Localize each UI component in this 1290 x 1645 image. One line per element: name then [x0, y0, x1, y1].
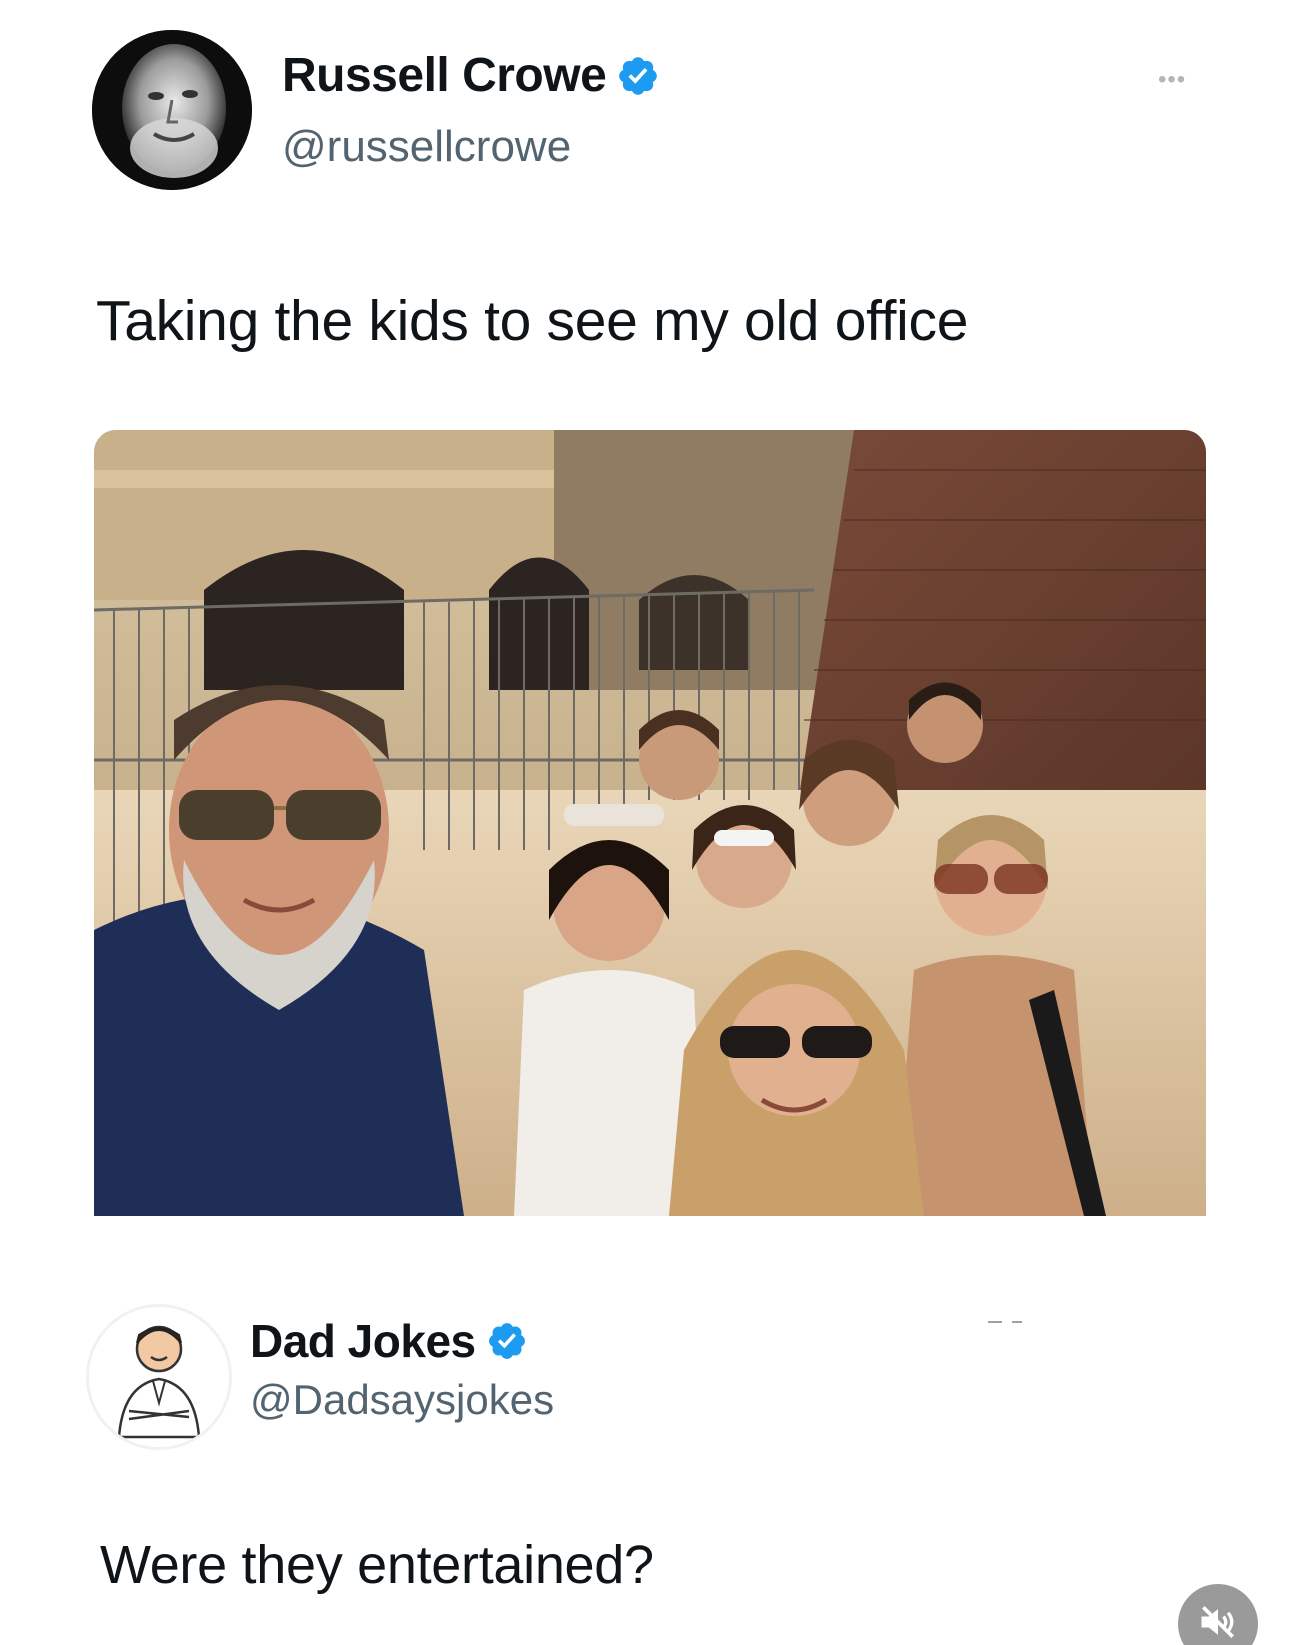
more-options-icon[interactable] [988, 1310, 1022, 1323]
author-name-row: Russell Crowe [282, 48, 660, 103]
tweet-text: Taking the kids to see my old office [96, 289, 969, 353]
more-options-icon[interactable]: ••• [1158, 66, 1186, 94]
verified-badge-icon [486, 1320, 528, 1362]
verified-badge-icon [616, 54, 660, 98]
speaker-muted-icon [1196, 1600, 1240, 1645]
reply-author-name-row: Dad Jokes [250, 1314, 528, 1368]
reply-tweet-text: Were they entertained? [100, 1535, 654, 1595]
tweet-photo[interactable] [94, 430, 1206, 1216]
reply-author-handle[interactable]: @Dadsaysjokes [250, 1376, 554, 1424]
author-display-name[interactable]: Russell Crowe [282, 48, 607, 103]
russell-crowe-avatar[interactable] [92, 30, 252, 190]
reply-author-display-name[interactable]: Dad Jokes [250, 1314, 476, 1368]
dad-jokes-avatar[interactable] [86, 1304, 232, 1450]
mute-toggle-button[interactable] [1178, 1584, 1258, 1645]
author-handle[interactable]: @russellcrowe [282, 122, 571, 172]
